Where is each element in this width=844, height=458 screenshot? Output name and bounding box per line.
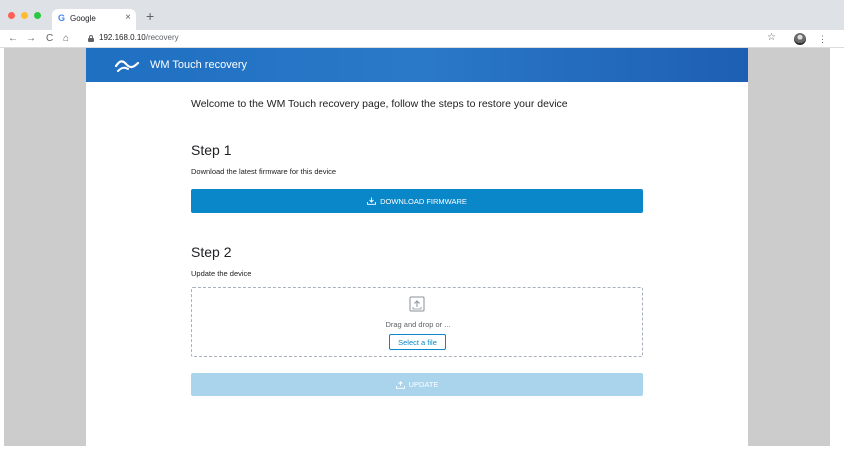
back-arrow-icon[interactable]: ← (8, 32, 18, 46)
tab-title: Google (70, 14, 96, 23)
new-tab-button[interactable]: + (146, 8, 154, 24)
download-firmware-button[interactable]: DOWNLOAD FIRMWARE (191, 189, 643, 213)
select-file-button[interactable]: Select a file (389, 334, 446, 350)
lock-icon (88, 35, 94, 42)
upload-icon (395, 380, 405, 389)
url-text: 192.168.0.10/recovery (99, 33, 179, 42)
close-window-button[interactable] (8, 12, 15, 19)
download-icon (367, 197, 377, 205)
bottom-margin (0, 446, 844, 458)
browser-tab[interactable]: G Google × (52, 9, 136, 30)
tab-close-icon[interactable]: × (125, 12, 131, 23)
app-header: WM Touch recovery (86, 48, 748, 82)
update-button[interactable]: UPDATE (191, 373, 643, 396)
browser-toolbar: ← → C ⌂ 192.168.0.10/recovery ☆ ⋮ (0, 30, 844, 48)
step1-description: Download the latest firmware for this de… (191, 167, 337, 176)
welcome-heading: Welcome to the WM Touch recovery page, f… (191, 98, 568, 110)
page-viewport: WM Touch recovery Welcome to the WM Touc… (4, 48, 830, 446)
home-icon[interactable]: ⌂ (63, 32, 69, 46)
forward-arrow-icon[interactable]: → (26, 32, 36, 46)
step2-title: Step 2 (191, 244, 232, 260)
bookmark-star-icon[interactable]: ☆ (767, 32, 776, 43)
maximize-window-button[interactable] (34, 12, 41, 19)
address-bar[interactable]: 192.168.0.10/recovery (86, 32, 746, 46)
browser-tab-bar: G Google × + (0, 0, 844, 30)
update-label: UPDATE (408, 380, 439, 389)
file-dropzone[interactable]: Drag and drop or ... Select a file (191, 287, 643, 357)
step2-description: Update the device (191, 269, 252, 278)
step1-title: Step 1 (191, 142, 232, 158)
wm-touch-logo-icon (114, 60, 140, 72)
recovery-page: WM Touch recovery Welcome to the WM Touc… (86, 48, 748, 446)
upload-file-icon (409, 296, 425, 312)
minimize-window-button[interactable] (21, 12, 28, 19)
google-favicon-icon: G (58, 13, 66, 23)
app-title: WM Touch recovery (150, 59, 247, 71)
reload-icon[interactable]: C (46, 32, 53, 46)
download-firmware-label: DOWNLOAD FIRMWARE (380, 196, 467, 206)
dropzone-text: Drag and drop or ... (385, 320, 451, 329)
profile-avatar[interactable] (794, 33, 806, 45)
browser-menu-icon[interactable]: ⋮ (818, 32, 827, 46)
